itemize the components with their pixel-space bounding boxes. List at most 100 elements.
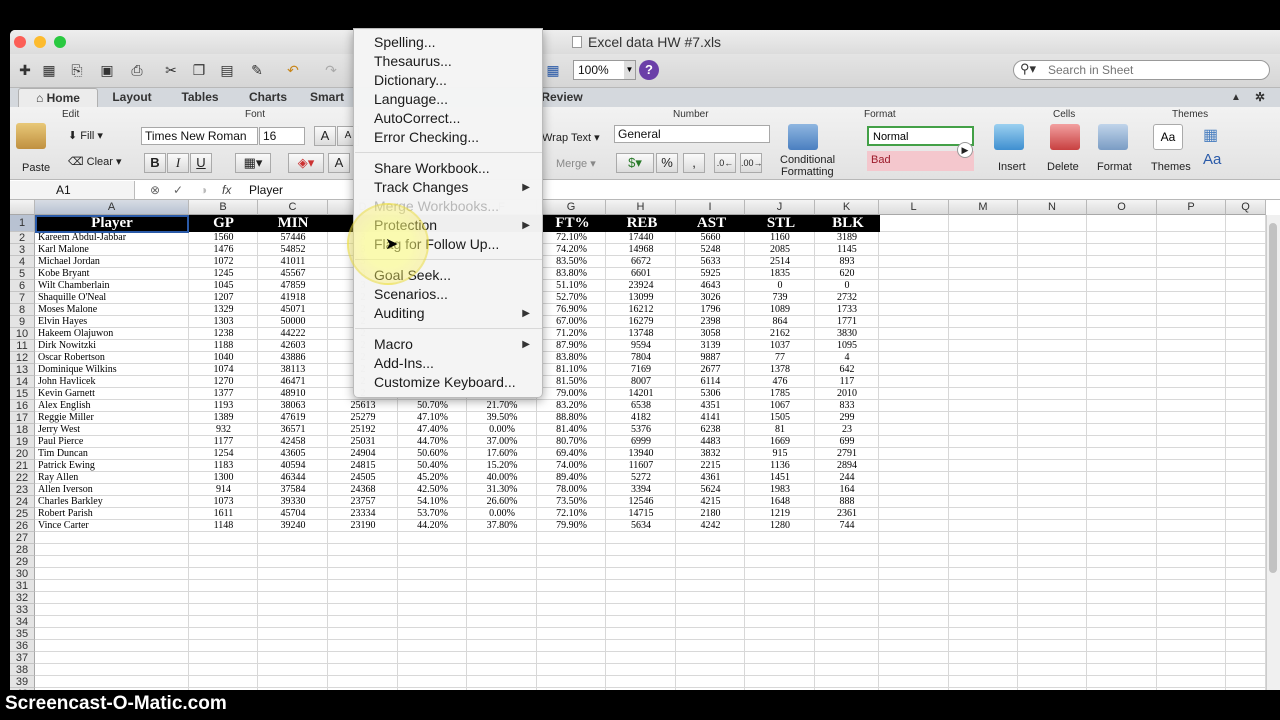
themes-icon[interactable]: Aa [1153, 124, 1183, 150]
cell-blk[interactable]: 1771 [815, 316, 879, 328]
cell-tp[interactable]: 0.00% [467, 424, 537, 436]
format-button[interactable]: Format [1097, 161, 1132, 173]
cell-fg[interactable]: 53.70% [398, 508, 467, 520]
cell-min[interactable]: 39240 [258, 520, 328, 532]
name-box[interactable]: A1 [10, 181, 135, 199]
row-header-5[interactable]: 5 [10, 268, 35, 280]
open-icon[interactable]: ⎘ [66, 59, 88, 81]
cell-pts[interactable]: 23757 [328, 496, 398, 508]
row-header-24[interactable]: 24 [10, 496, 35, 508]
cell-gp[interactable]: 1183 [189, 460, 258, 472]
row-header-36[interactable]: 36 [10, 640, 35, 652]
cell-pts[interactable]: 25192 [328, 424, 398, 436]
cell-ft[interactable]: 74.20% [537, 244, 606, 256]
cell-player[interactable]: Allen Iverson [38, 484, 188, 496]
cell-stl[interactable]: 476 [745, 376, 815, 388]
cell-stl[interactable]: 1136 [745, 460, 815, 472]
row-header-28[interactable]: 28 [10, 544, 35, 556]
clipboard-icon[interactable] [16, 123, 46, 149]
cell-player[interactable]: Paul Pierce [38, 436, 188, 448]
cell-min[interactable]: 39330 [258, 496, 328, 508]
cell-pts[interactable]: 24505 [328, 472, 398, 484]
cell-blk[interactable]: 0 [815, 280, 879, 292]
cell-ast[interactable]: 5624 [676, 484, 745, 496]
fx-label[interactable]: fx [222, 181, 231, 199]
cell-tp[interactable]: 15.20% [467, 460, 537, 472]
minimize-window-button[interactable] [34, 36, 46, 48]
cell-tp[interactable]: 26.60% [467, 496, 537, 508]
cell-min[interactable]: 43605 [258, 448, 328, 460]
search-input[interactable] [1048, 62, 1258, 78]
clear-button[interactable]: ⌫ Clear ▾ [68, 155, 122, 168]
cell-tp[interactable]: 37.00% [467, 436, 537, 448]
cell-fg[interactable]: 42.50% [398, 484, 467, 496]
cell-blk[interactable]: 699 [815, 436, 879, 448]
cell-ft[interactable]: 72.10% [537, 232, 606, 244]
theme-colors-icon[interactable]: ▦ [1203, 125, 1218, 145]
italic-button[interactable]: I [167, 153, 189, 173]
cell-stl[interactable]: 1037 [745, 340, 815, 352]
collapse-ribbon-icon[interactable]: ▲ [1228, 88, 1244, 108]
cell-ast[interactable]: 1796 [676, 304, 745, 316]
row-header-32[interactable]: 32 [10, 592, 35, 604]
increase-font-icon[interactable]: A [314, 126, 336, 146]
cell-fg[interactable]: 54.10% [398, 496, 467, 508]
cell-blk[interactable]: 244 [815, 472, 879, 484]
cell-pts[interactable]: 24368 [328, 484, 398, 496]
cell-min[interactable]: 40594 [258, 460, 328, 472]
cell-pts[interactable]: 24904 [328, 448, 398, 460]
format-cells-icon[interactable] [1098, 124, 1128, 150]
cell-ft[interactable]: 67.00% [537, 316, 606, 328]
menu-item-autocorrect[interactable]: AutoCorrect... [354, 109, 542, 128]
row-header-35[interactable]: 35 [10, 628, 35, 640]
accounting-format-icon[interactable]: $▾ [616, 153, 654, 173]
cell-ft[interactable]: 76.90% [537, 304, 606, 316]
scrollbar-thumb[interactable] [1269, 223, 1277, 573]
cell-tp[interactable]: 17.60% [467, 448, 537, 460]
cell-ft[interactable]: 83.50% [537, 256, 606, 268]
select-all-corner[interactable] [10, 200, 35, 215]
row-header-39[interactable]: 39 [10, 676, 35, 688]
menu-item-language[interactable]: Language... [354, 90, 542, 109]
cell-stl[interactable]: 1089 [745, 304, 815, 316]
cell-stl[interactable]: 1378 [745, 364, 815, 376]
cell-reb[interactable]: 7804 [606, 352, 676, 364]
cell-ft[interactable]: 81.10% [537, 364, 606, 376]
vertical-scrollbar[interactable] [1266, 215, 1280, 690]
cell-reb[interactable]: 23924 [606, 280, 676, 292]
row-header-3[interactable]: 3 [10, 244, 35, 256]
cell-ft[interactable]: 79.00% [537, 388, 606, 400]
cell-gp[interactable]: 1389 [189, 412, 258, 424]
cell-ast[interactable]: 9887 [676, 352, 745, 364]
menu-item-add-ins[interactable]: Add-Ins... [354, 354, 542, 373]
worksheet-grid[interactable]: ABCDEFGHIJKLMNOPQ 1234567891011121314151… [10, 200, 1280, 690]
cell-ast[interactable]: 2215 [676, 460, 745, 472]
cell-stl[interactable]: 1835 [745, 268, 815, 280]
cell-gp[interactable]: 1188 [189, 340, 258, 352]
cell-ast[interactable]: 3058 [676, 328, 745, 340]
cell-min[interactable]: 42458 [258, 436, 328, 448]
cell-pts[interactable]: 23190 [328, 520, 398, 532]
cell-stl[interactable]: 81 [745, 424, 815, 436]
cell-fg[interactable]: 45.20% [398, 472, 467, 484]
cell-ast[interactable]: 5925 [676, 268, 745, 280]
cell-ft[interactable]: 88.80% [537, 412, 606, 424]
paste-icon[interactable]: ▤ [216, 59, 238, 81]
cell-stl[interactable]: 2085 [745, 244, 815, 256]
cell-player[interactable]: John Havlicek [38, 376, 188, 388]
increase-decimal-icon[interactable]: .0← [714, 153, 736, 173]
row-header-30[interactable]: 30 [10, 568, 35, 580]
cell-blk[interactable]: 620 [815, 268, 879, 280]
cell-blk[interactable]: 833 [815, 400, 879, 412]
cell-reb[interactable]: 13940 [606, 448, 676, 460]
cell-blk[interactable]: 2732 [815, 292, 879, 304]
cell-reb[interactable]: 17440 [606, 232, 676, 244]
cell-reb[interactable]: 16212 [606, 304, 676, 316]
cell-gp[interactable]: 932 [189, 424, 258, 436]
cell-gp[interactable]: 1329 [189, 304, 258, 316]
cell-ft[interactable]: 71.20% [537, 328, 606, 340]
cell-ft[interactable]: 74.00% [537, 460, 606, 472]
paste-button[interactable]: Paste [22, 162, 50, 174]
cell-stl[interactable]: 1669 [745, 436, 815, 448]
cell-player[interactable]: Vince Carter [38, 520, 188, 532]
